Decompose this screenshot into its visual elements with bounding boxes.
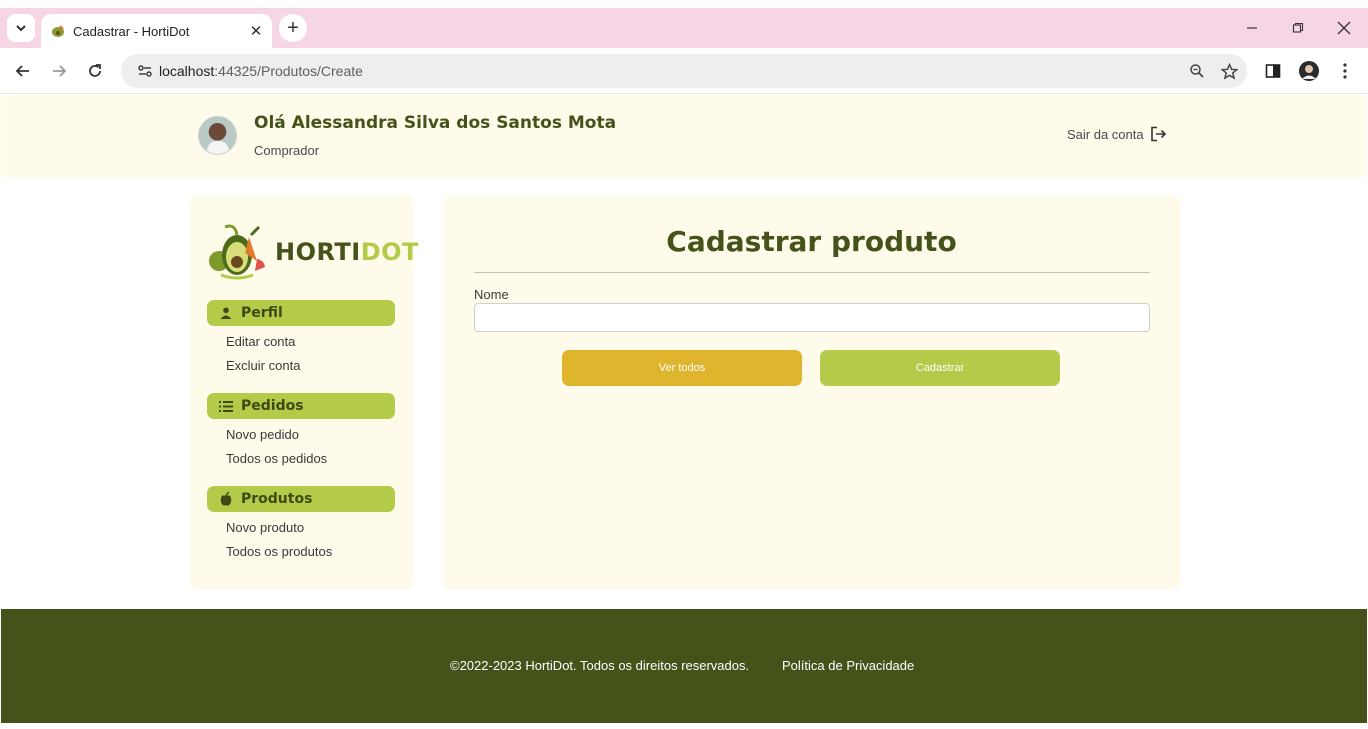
sidebar: HORTIDOT Perfil Editar conta Excluir con… [190,195,418,590]
menu-section-pedidos-label: Pedidos [241,398,304,414]
restore-icon[interactable] [1286,16,1310,40]
apple-icon [217,492,235,506]
browser-toolbar: localhost:44325/Produtos/Create [0,48,1368,94]
logo-word-horti: HORTI [275,238,361,266]
person-icon [217,307,235,319]
reload-icon[interactable] [82,58,108,84]
close-window-icon[interactable] [1332,16,1356,40]
browser-tab-strip: Cadastrar - HortiDot ✕ + [0,8,1368,48]
bookmark-star-icon[interactable] [1215,57,1243,85]
privacy-policy-link[interactable]: Política de Privacidade [782,658,914,673]
menu-section-produtos-label: Produtos [241,491,313,507]
zoom-icon[interactable] [1183,57,1211,85]
link-editar-conta[interactable]: Editar conta [226,334,295,349]
logout-label: Sair da conta [1067,126,1144,142]
user-role: Comprador [254,143,320,158]
user-avatar [198,116,237,155]
name-field-label: Nome [474,287,509,302]
chevron-down-icon [16,25,26,32]
menu-section-produtos[interactable]: Produtos [207,486,395,512]
logo-wordmark: HORTIDOT [275,238,419,266]
address-bar[interactable]: localhost:44325/Produtos/Create [121,54,1247,88]
title-divider [474,272,1150,273]
menu-section-perfil[interactable]: Perfil [207,300,395,326]
submit-button[interactable]: Cadastrar [820,350,1060,386]
back-arrow-icon[interactable] [10,58,36,84]
link-todos-os-pedidos[interactable]: Todos os pedidos [226,451,327,466]
logo-word-dot: DOT [360,238,419,266]
link-excluir-conta[interactable]: Excluir conta [226,358,300,373]
url-path: :44325/Produtos/Create [214,63,363,79]
minimize-icon[interactable] [1240,16,1264,40]
link-novo-produto[interactable]: Novo produto [226,520,304,535]
new-tab-button[interactable]: + [279,14,307,42]
profile-avatar-icon[interactable] [1296,58,1322,84]
page-title: Cadastrar produto [666,225,957,258]
tab-title: Cadastrar - HortiDot [73,23,190,39]
site-footer: ©2022-2023 HortiDot. Todos os direitos r… [1,609,1367,723]
web-page: Olá Alessandra Silva dos Santos Mota Com… [1,95,1367,723]
url-text: localhost:44325/Produtos/Create [159,63,1183,79]
side-panel-icon[interactable] [1260,58,1286,84]
tab-search-button[interactable] [7,14,35,42]
logout-icon [1150,126,1166,142]
avocado-logo-icon [209,224,265,280]
logout-link[interactable]: Sair da conta [1067,126,1167,142]
footer-copyright: ©2022-2023 HortiDot. Todos os direitos r… [450,658,750,673]
menu-section-pedidos[interactable]: Pedidos [207,393,395,419]
name-input[interactable] [474,303,1150,332]
browser-tab-active[interactable]: Cadastrar - HortiDot ✕ [41,14,272,48]
site-info-icon[interactable] [133,59,157,83]
menu-section-perfil-label: Perfil [241,305,283,321]
close-tab-icon[interactable]: ✕ [246,21,266,41]
link-novo-pedido[interactable]: Novo pedido [226,427,299,442]
view-all-button[interactable]: Ver todos [562,350,802,386]
browser-menu-icon[interactable] [1332,58,1358,84]
hortidot-favicon-icon [50,23,66,39]
list-icon [217,400,235,412]
site-header: Olá Alessandra Silva dos Santos Mota Com… [1,95,1367,177]
hortidot-logo[interactable]: HORTIDOT [207,223,419,281]
user-greeting: Olá Alessandra Silva dos Santos Mota [254,113,617,133]
url-host: localhost [159,63,215,79]
link-todos-os-produtos[interactable]: Todos os produtos [226,544,332,559]
create-product-panel: Cadastrar produto Nome Ver todos Cadastr… [443,195,1180,590]
forward-arrow-icon[interactable] [46,58,72,84]
